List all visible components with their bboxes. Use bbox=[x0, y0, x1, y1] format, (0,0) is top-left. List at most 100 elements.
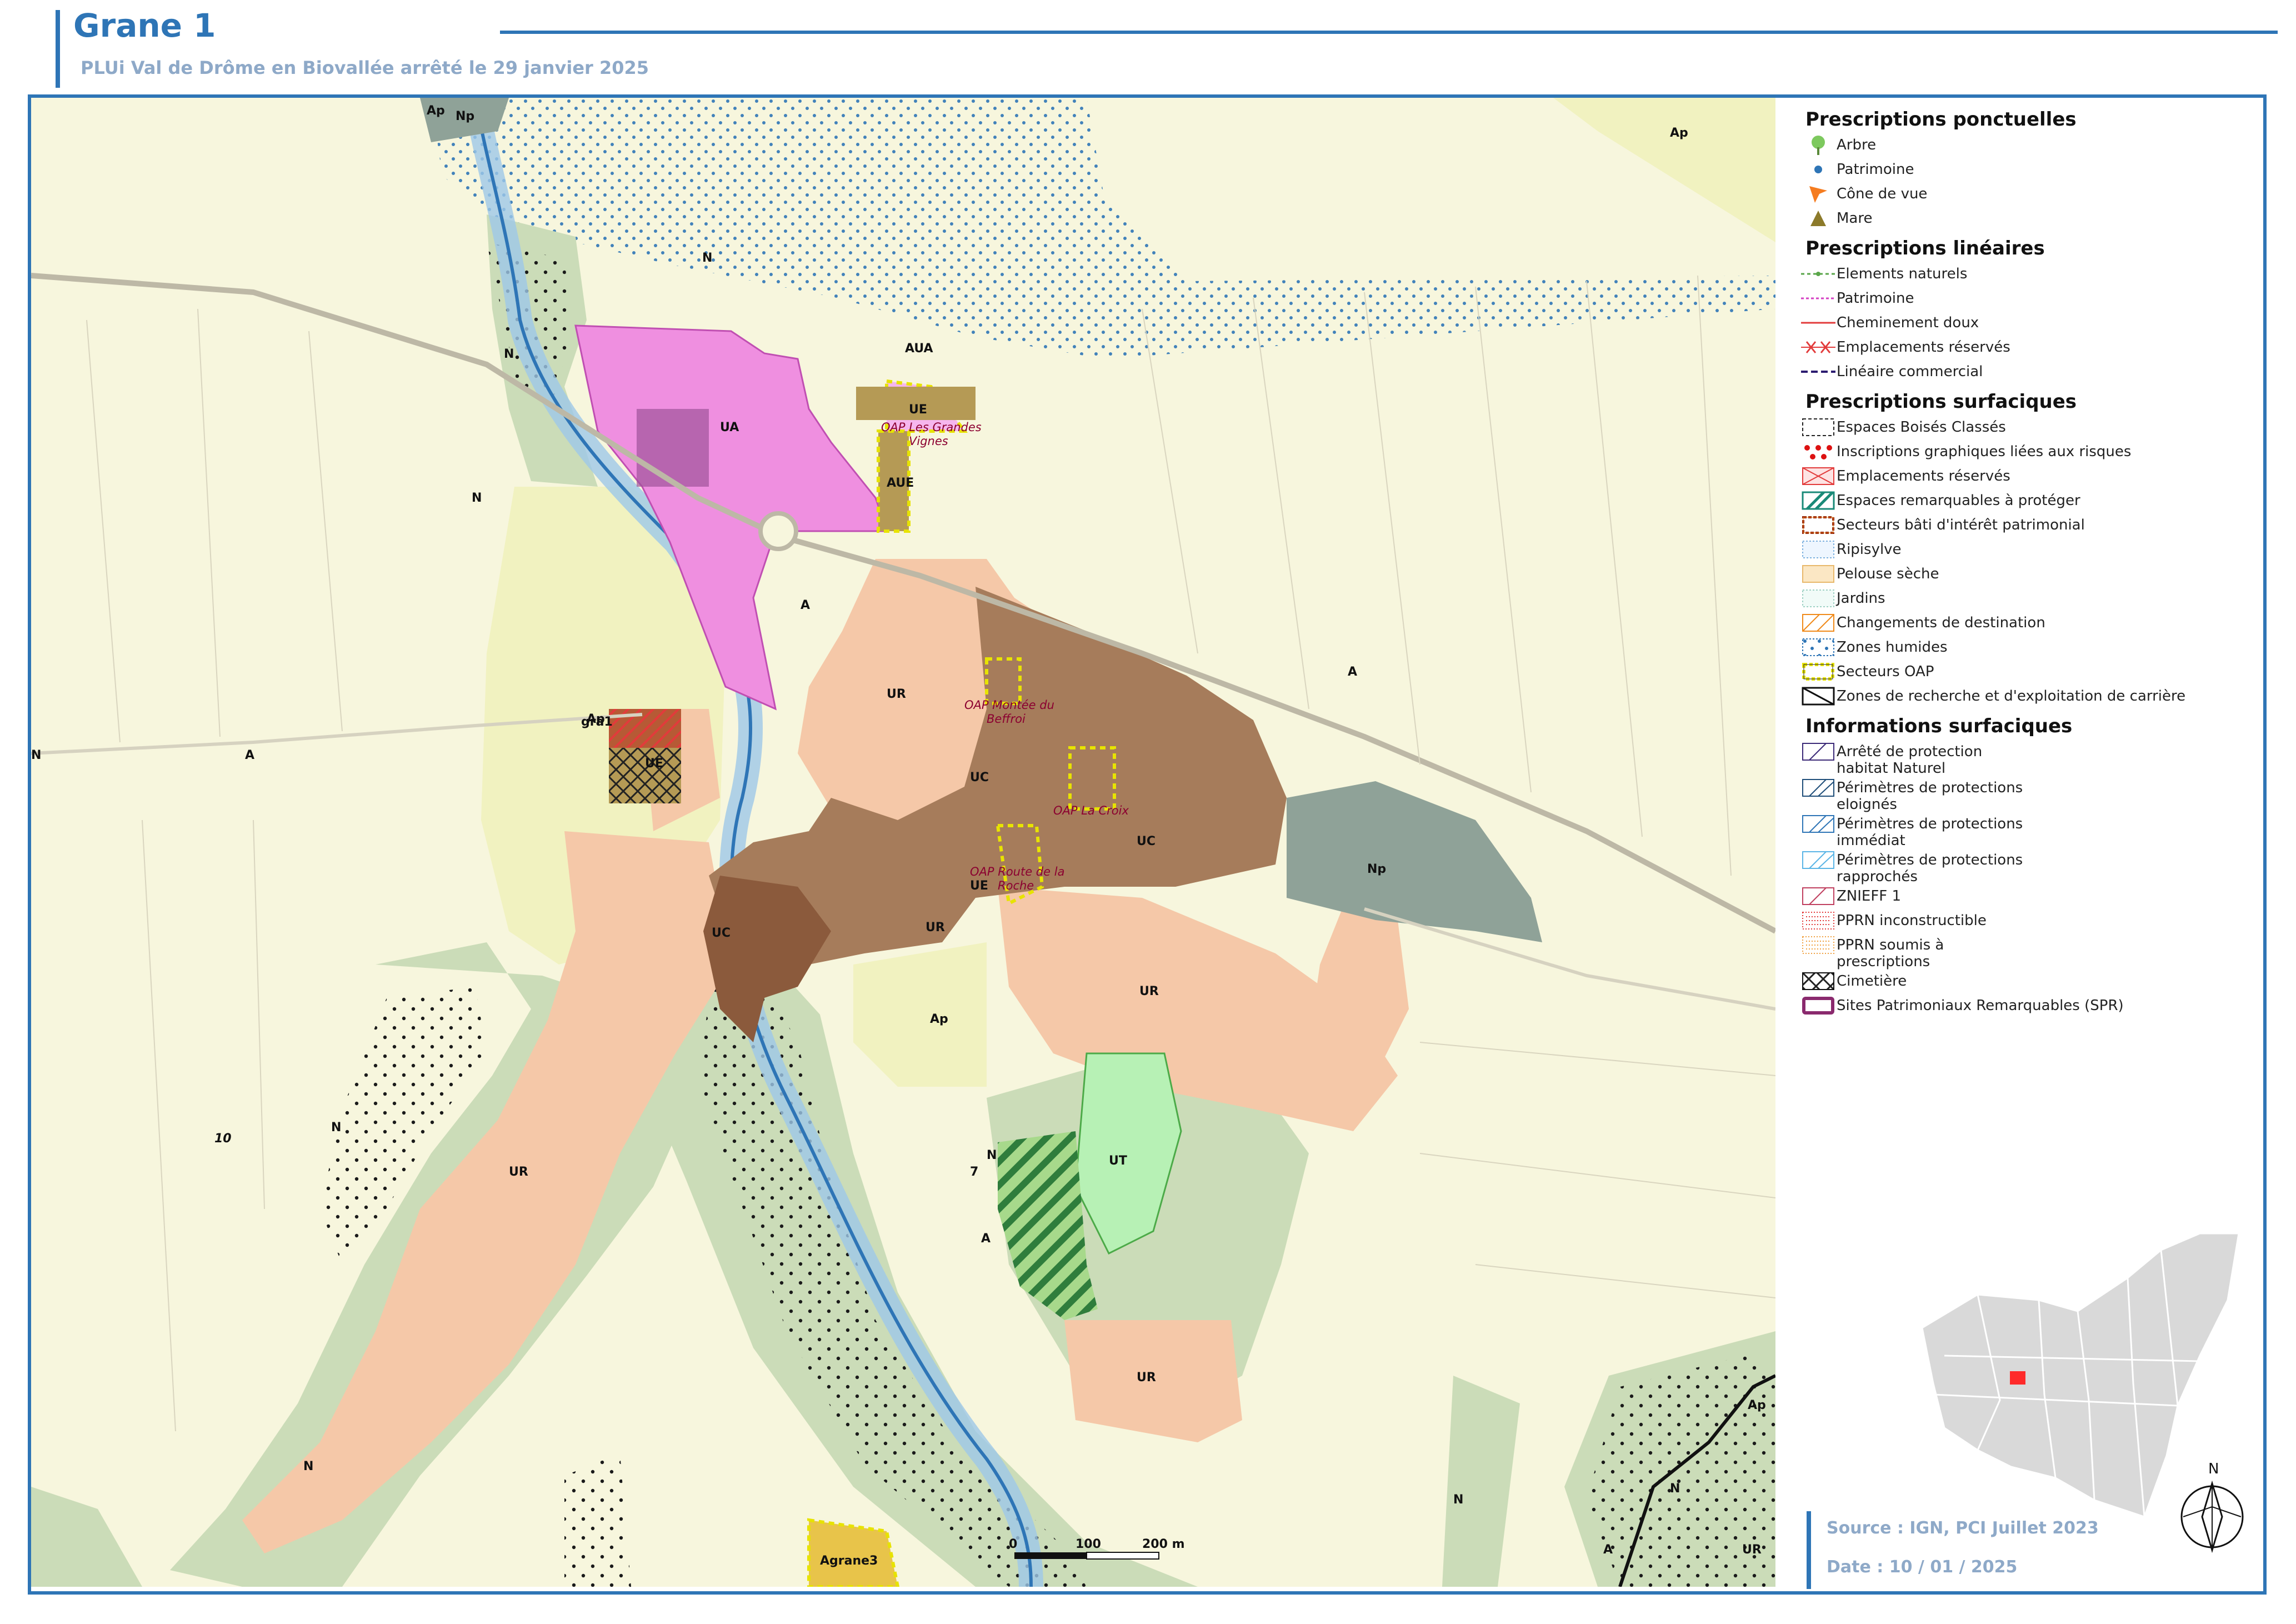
roundabout bbox=[758, 511, 798, 551]
svg-text:200 m: 200 m bbox=[1142, 1537, 1185, 1551]
legend-item: Périmètres de protections rapprochés bbox=[1800, 849, 2255, 885]
legend-item: Secteurs OAP bbox=[1800, 661, 2255, 685]
legend-item: Inscriptions graphiques liées aux risque… bbox=[1800, 441, 2255, 465]
risk-swatch-icon bbox=[1800, 441, 1837, 463]
svg-text:UC: UC bbox=[1137, 835, 1155, 848]
legend-item: Espaces remarquables à protéger bbox=[1800, 489, 2255, 514]
svg-text:UE: UE bbox=[970, 879, 988, 893]
source-text: Source : IGN, PCI Juillet 2023 bbox=[1827, 1518, 2099, 1538]
garden-swatch-icon bbox=[1800, 587, 1837, 609]
legend-section-title: Prescriptions linéaires bbox=[1805, 237, 2045, 259]
zone-ebc-south bbox=[564, 1453, 631, 1587]
svg-text:UR: UR bbox=[926, 921, 945, 935]
svg-text:OAP Route de la: OAP Route de la bbox=[970, 865, 1064, 878]
svg-text:OAP La Croix: OAP La Croix bbox=[1053, 804, 1129, 817]
view-cone-icon bbox=[1800, 183, 1837, 205]
legend-item: Elements naturels bbox=[1800, 263, 2255, 287]
legend-item: ZNIEFF 1 bbox=[1800, 885, 2255, 910]
svg-text:Ap: Ap bbox=[930, 1012, 948, 1026]
svg-text:Ap: Ap bbox=[587, 712, 605, 726]
svg-text:A: A bbox=[245, 748, 254, 762]
legend-item: PPRN soumis à prescriptions bbox=[1800, 934, 2255, 970]
map-subtitle: PLUi Val de Drôme en Biovallée arrêté le… bbox=[81, 57, 649, 78]
legend-item: Emplacements réservés bbox=[1800, 465, 2255, 489]
svg-text:N: N bbox=[2208, 1461, 2219, 1477]
svg-text:UA: UA bbox=[720, 421, 739, 434]
legend-section-title: Prescriptions surfaciques bbox=[1805, 391, 2077, 413]
legend-item: Pelouse sèche bbox=[1800, 563, 2255, 587]
line-commercial-icon bbox=[1800, 361, 1837, 383]
ua-building bbox=[637, 409, 709, 487]
svg-text:OAP Les Grandes: OAP Les Grandes bbox=[881, 421, 982, 434]
heritage-area-swatch-icon bbox=[1800, 514, 1837, 536]
svg-text:AUA: AUA bbox=[905, 342, 933, 356]
line-path-icon bbox=[1800, 312, 1837, 334]
legend-item: Ripisylve bbox=[1800, 538, 2255, 563]
svg-text:N: N bbox=[987, 1148, 997, 1162]
svg-text:UC: UC bbox=[970, 771, 989, 784]
legend-item: Espaces Boisés Classés bbox=[1800, 416, 2255, 441]
svg-text:Ap: Ap bbox=[1670, 126, 1688, 140]
svg-text:A: A bbox=[981, 1232, 991, 1246]
legend-item: Cheminement doux bbox=[1800, 312, 2255, 336]
legend-item: Zones de recherche et d'exploitation de … bbox=[1800, 685, 2255, 709]
quarry-swatch-icon bbox=[1800, 685, 1837, 707]
legend-item: Jardins bbox=[1800, 587, 2255, 612]
ripisylve-swatch-icon bbox=[1800, 538, 1837, 561]
legend-item: Changements de destination bbox=[1800, 612, 2255, 636]
svg-text:AUE: AUE bbox=[887, 476, 914, 490]
svg-text:100: 100 bbox=[1076, 1537, 1101, 1551]
svg-text:UE: UE bbox=[645, 757, 663, 771]
inset-location-marker bbox=[2010, 1371, 2025, 1385]
legend-item: Secteurs bâti d'intérêt patrimonial bbox=[1800, 514, 2255, 538]
legend-section-title: Informations surfaciques bbox=[1805, 715, 2073, 737]
line-natural-icon bbox=[1800, 263, 1837, 285]
habitat-swatch-icon bbox=[1800, 741, 1837, 763]
svg-text:N: N bbox=[303, 1460, 313, 1473]
legend-item: PPRN inconstructible bbox=[1800, 910, 2255, 934]
map-canvas: Ap Np Ap N AUA UE UA AUE N N A UR UC gra… bbox=[31, 98, 1775, 1587]
pprn-red-swatch-icon bbox=[1800, 910, 1837, 932]
svg-text:UR: UR bbox=[1139, 985, 1159, 998]
legend-item: Emplacements réservés bbox=[1800, 336, 2255, 361]
svg-text:N: N bbox=[472, 491, 482, 505]
svg-text:A: A bbox=[1348, 665, 1357, 679]
svg-text:Beffroi: Beffroi bbox=[987, 712, 1026, 726]
map-title: Grane 1 bbox=[73, 7, 216, 44]
legend-item: Linéaire commercial bbox=[1800, 361, 2255, 385]
svg-text:OAP Montée du: OAP Montée du bbox=[964, 698, 1054, 712]
svg-text:Np: Np bbox=[456, 109, 474, 123]
svg-text:10: 10 bbox=[214, 1132, 232, 1146]
svg-text:Ap: Ap bbox=[427, 104, 445, 118]
svg-text:N: N bbox=[1453, 1493, 1463, 1507]
reserved-swatch-icon bbox=[1800, 465, 1837, 487]
protection-close-swatch-icon bbox=[1800, 849, 1837, 871]
remarkable-swatch-icon bbox=[1800, 489, 1837, 512]
legend-section-title: Prescriptions ponctuelles bbox=[1805, 108, 2077, 131]
svg-text:7: 7 bbox=[970, 1165, 978, 1179]
zone-cemetery bbox=[609, 748, 681, 803]
svg-text:N: N bbox=[31, 748, 41, 762]
footer-accent-bar bbox=[1807, 1511, 1811, 1589]
svg-text:A: A bbox=[1603, 1543, 1613, 1557]
date-text: Date : 10 / 01 / 2025 bbox=[1827, 1557, 2018, 1577]
protection-immediate-swatch-icon bbox=[1800, 813, 1837, 835]
svg-text:Roche: Roche bbox=[998, 879, 1034, 892]
svg-text:N: N bbox=[504, 347, 514, 361]
pprn-orange-swatch-icon bbox=[1800, 934, 1837, 956]
svg-text:UR: UR bbox=[1742, 1543, 1762, 1557]
legend-item: Arrêté de protection habitat Naturel bbox=[1800, 741, 2255, 777]
change-destination-swatch-icon bbox=[1800, 612, 1837, 634]
svg-text:Vignes: Vignes bbox=[909, 434, 948, 448]
legend-item: Sites Patrimoniaux Remarquables (SPR) bbox=[1800, 995, 2255, 1019]
triangle-icon bbox=[1800, 207, 1837, 229]
spr-swatch-icon bbox=[1800, 995, 1837, 1017]
north-arrow-icon: N bbox=[2180, 1461, 2244, 1553]
legend-item: Patrimoine bbox=[1800, 158, 2255, 183]
svg-text:UR: UR bbox=[1137, 1371, 1156, 1385]
svg-text:Np: Np bbox=[1367, 862, 1386, 876]
dry-grass-swatch-icon bbox=[1800, 563, 1837, 585]
zoning-map[interactable]: Ap Np Ap N AUA UE UA AUE N N A UR UC gra… bbox=[31, 98, 1775, 1587]
line-reserved-icon bbox=[1800, 336, 1837, 358]
header-rule bbox=[500, 31, 2278, 34]
